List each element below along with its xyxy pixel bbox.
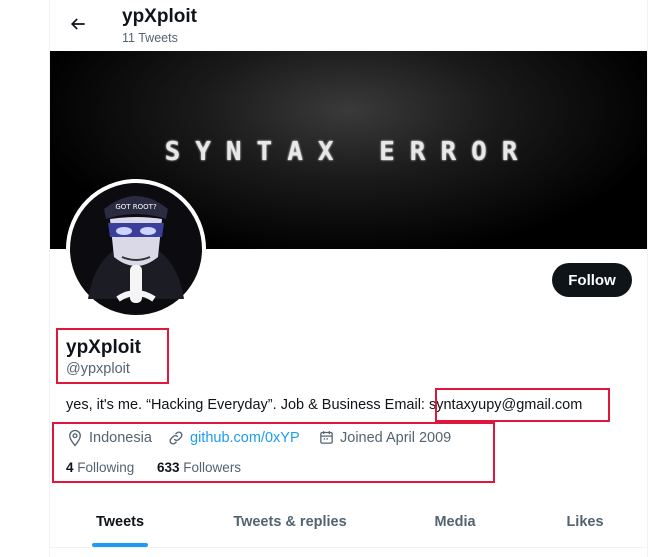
tweet-count: 11 Tweets — [122, 31, 178, 45]
avatar-cap-text: GOT ROOT? — [115, 203, 157, 211]
banner-text: SYNTAX ERROR — [164, 137, 533, 167]
profile-tabs: Tweets Tweets & replies Media Likes — [50, 497, 647, 547]
tab-likes[interactable]: Likes — [540, 497, 630, 547]
column-border-right — [647, 0, 648, 557]
back-button[interactable] — [62, 8, 94, 40]
profile-header-bar: ypXploit 11 Tweets — [50, 0, 647, 51]
highlight-box-name — [56, 328, 169, 384]
highlight-box-email — [435, 388, 610, 422]
tabs-divider — [50, 547, 647, 548]
tab-tweets[interactable]: Tweets — [50, 497, 190, 547]
avatar[interactable]: GOT ROOT? — [66, 179, 206, 319]
bio-text: yes, it's me. “Hacking Everyday”. Job & … — [66, 397, 425, 413]
tab-media[interactable]: Media — [405, 497, 505, 547]
follow-button[interactable]: Follow — [552, 263, 632, 297]
avatar-image: GOT ROOT? — [66, 179, 206, 319]
highlight-box-meta — [52, 422, 495, 483]
header-title: ypXploit — [122, 6, 197, 27]
arrow-left-icon — [70, 18, 85, 30]
tab-tweets-replies[interactable]: Tweets & replies — [210, 497, 370, 547]
